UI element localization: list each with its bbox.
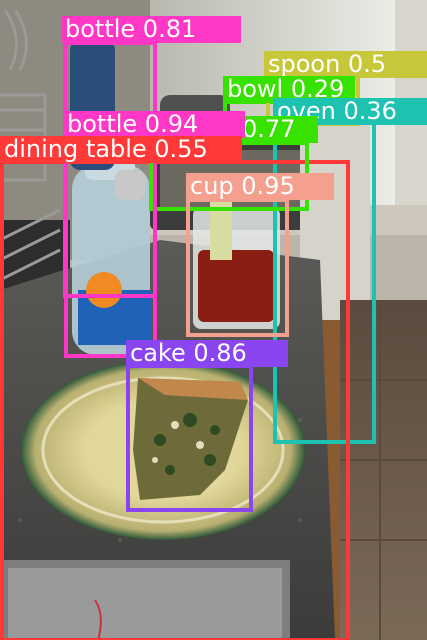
detection-box-cake <box>126 364 253 512</box>
detection-label-bottle-2: bottle 0.94 <box>63 111 245 138</box>
detection-label-unnamed-green: 0.77 <box>238 116 318 143</box>
detection-box-bottle-2 <box>64 138 157 358</box>
detection-overlay: bottle 0.81 spoon 0.5 bowl 0.29 oven 0.3… <box>0 0 427 640</box>
detection-label-bottle-1: bottle 0.81 <box>61 16 241 43</box>
detection-label-spoon: spoon 0.5 <box>264 51 427 78</box>
detection-label-cake: cake 0.86 <box>126 340 288 367</box>
detection-box-cup <box>186 198 289 337</box>
detection-label-cup: cup 0.95 <box>186 173 334 200</box>
detection-viewer: bottle 0.81 spoon 0.5 bowl 0.29 oven 0.3… <box>0 0 427 640</box>
detection-label-dining-table: dining table 0.55 <box>0 136 242 163</box>
